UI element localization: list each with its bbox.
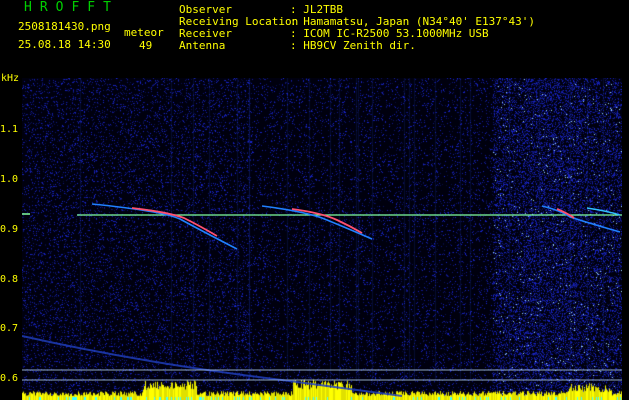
y-tick-0.6: 0.6 (0, 373, 19, 384)
meteor-trail (91, 203, 238, 250)
y-tick-0.8: 0.8 (0, 274, 19, 285)
date-time: 25.08.18 14:30 (18, 38, 111, 51)
y-tick-1.1: 1.1 (0, 124, 19, 135)
y-unit-label: kHz (1, 73, 20, 84)
y-tick-0.9: 0.9 (0, 224, 19, 235)
meteor-count: 49 (139, 39, 153, 52)
antenna-value: : HB9CV Zenith dir. (290, 39, 416, 52)
meteor-trail (586, 207, 621, 216)
meteor-trail (556, 208, 575, 219)
y-tick-0.7: 0.7 (0, 323, 19, 334)
file-name: 2508181430.png (18, 20, 111, 33)
spectrogram-overlay (22, 203, 622, 397)
meteor-label: meteor (124, 26, 164, 39)
faint-echo (22, 335, 403, 397)
antenna-key: Antenna (179, 39, 226, 52)
spectrogram-plot (22, 78, 622, 400)
brand-title: HROFFT (24, 0, 119, 15)
meteor-trail (541, 205, 621, 233)
y-tick-1.0: 1.0 (0, 174, 19, 185)
meteor-trail (261, 205, 373, 240)
